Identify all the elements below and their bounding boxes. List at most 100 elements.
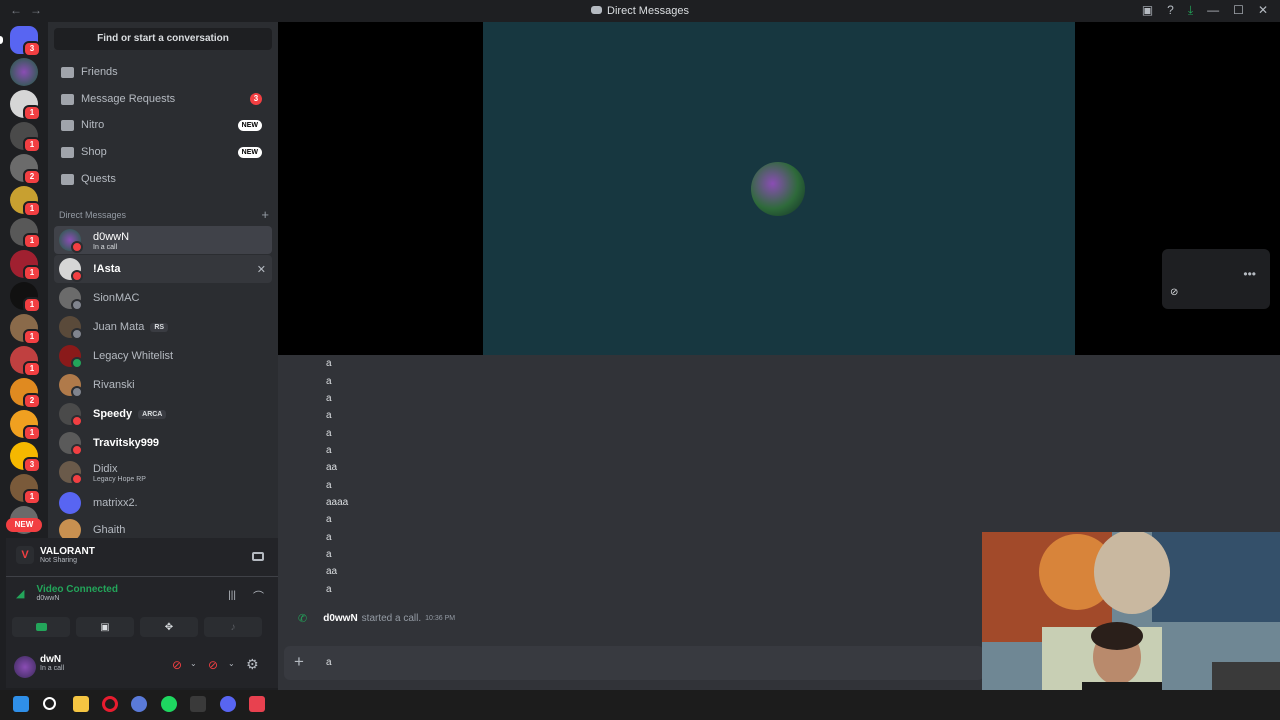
- self-video-tile[interactable]: ••• ⊘: [1162, 249, 1270, 309]
- server-icon[interactable]: 2: [10, 378, 41, 409]
- minimize-button[interactable]: —: [1207, 3, 1219, 18]
- nav-nitro[interactable]: Nitro NEW: [54, 112, 272, 138]
- dm-item-legacy-whitelist[interactable]: Legacy Whitelist: [54, 342, 272, 370]
- spotify-icon[interactable]: [161, 696, 177, 712]
- new-unreads-badge[interactable]: NEW: [6, 518, 42, 532]
- close-dm-icon[interactable]: ✕: [257, 263, 266, 276]
- dm-item-travitsky999[interactable]: Travitsky999: [54, 429, 272, 457]
- deafen-headphones-icon[interactable]: ⊘: [208, 658, 218, 672]
- dm-item-d0wwn[interactable]: d0wwN In a call: [54, 226, 272, 254]
- server-icon[interactable]: 1: [10, 186, 41, 217]
- new-pill: NEW: [237, 146, 262, 158]
- app-icon[interactable]: [190, 696, 206, 712]
- new-pill: NEW: [237, 119, 262, 131]
- inbox-icon[interactable]: ▣: [1142, 3, 1153, 18]
- dm-item-rivanski[interactable]: Rivanski: [54, 371, 272, 399]
- dm-item-didix[interactable]: Didix Legacy Hope RP: [54, 458, 272, 486]
- divider: [6, 576, 278, 577]
- nav-message-requests[interactable]: Message Requests 3: [54, 86, 272, 112]
- find-conversation-button[interactable]: Find or start a conversation: [54, 28, 272, 50]
- message-text: a: [326, 410, 332, 421]
- avatar: [59, 345, 83, 369]
- share-screen-button[interactable]: ▣: [76, 617, 134, 637]
- search-icon[interactable]: [43, 697, 56, 710]
- connection-channel: d0wwN: [36, 595, 60, 602]
- dm-item-ghaith[interactable]: Ghaith: [54, 516, 272, 538]
- file-explorer-icon[interactable]: [73, 696, 89, 712]
- title-bar: ←→ Direct Messages ▣ ? ⤓ — ☐ ✕: [0, 0, 1280, 22]
- screen-share-icon[interactable]: [252, 552, 264, 561]
- server-icon[interactable]: [10, 58, 38, 86]
- noise-suppression-icon[interactable]: |||: [228, 590, 236, 601]
- activities-button[interactable]: ✥: [140, 617, 198, 637]
- maximize-button[interactable]: ☐: [1233, 3, 1244, 18]
- call-timestamp: 10:36 PM: [425, 615, 456, 622]
- message-composer[interactable]: + a: [284, 646, 984, 680]
- call-user[interactable]: d0wwN: [323, 613, 357, 624]
- server-icon[interactable]: 1: [10, 474, 41, 505]
- status-online-icon: [71, 357, 83, 369]
- status-dnd-icon: [71, 415, 83, 427]
- shop-icon: [61, 146, 74, 158]
- download-icon[interactable]: ⤓: [1188, 3, 1193, 18]
- create-dm-plus-icon[interactable]: +: [261, 207, 269, 222]
- message-text: a: [326, 358, 332, 369]
- selected-pill: [0, 36, 3, 44]
- browser-icon[interactable]: [131, 696, 147, 712]
- voice-panel: V VALORANT Not Sharing ◢ Video Connected…: [6, 538, 278, 648]
- chevron-down-icon[interactable]: ⌄: [190, 659, 197, 668]
- guild-tag: RS: [150, 322, 169, 332]
- mute-mic-icon[interactable]: ⊘: [172, 658, 182, 672]
- nav-quests[interactable]: Quests: [54, 166, 272, 192]
- server-icon[interactable]: 1: [10, 122, 41, 153]
- server-icon[interactable]: 1: [10, 90, 41, 121]
- dm-name: Rivanski: [93, 379, 135, 391]
- game-status: Not Sharing: [40, 557, 77, 564]
- dm-item-asta[interactable]: !Asta ✕: [54, 255, 272, 283]
- close-button[interactable]: ✕: [1258, 3, 1268, 18]
- soundboard-button[interactable]: ♪: [204, 617, 262, 637]
- participant-avatar: [751, 162, 805, 216]
- server-icon[interactable]: 1: [10, 346, 41, 377]
- camera-off-icon: ⊘: [1170, 287, 1179, 298]
- message-text: a: [326, 549, 332, 560]
- server-badge: 1: [23, 425, 41, 441]
- connection-status[interactable]: Video Connected: [36, 584, 118, 595]
- disconnect-icon[interactable]: ⌒: [253, 588, 264, 604]
- dm-name: Speedy: [93, 408, 133, 420]
- message-text: a: [326, 532, 332, 543]
- status-offline-icon: [71, 328, 83, 340]
- status-offline-icon: [71, 386, 83, 398]
- participant-tile[interactable]: [483, 22, 1075, 355]
- dm-item-speedy[interactable]: Speedy ARCA: [54, 400, 272, 428]
- server-icon[interactable]: 1: [10, 218, 41, 249]
- home-button[interactable]: 3: [0, 26, 41, 57]
- message-text: a: [326, 428, 332, 439]
- server-icon[interactable]: 1: [10, 282, 41, 313]
- server-icon[interactable]: 1: [10, 410, 41, 441]
- server-icon[interactable]: 2: [10, 154, 41, 185]
- opera-icon[interactable]: [102, 696, 118, 712]
- discord-icon[interactable]: [220, 696, 236, 712]
- nav-friends[interactable]: Friends: [54, 59, 272, 85]
- dm-item-sionmac[interactable]: SionMAC: [54, 284, 272, 312]
- settings-gear-icon[interactable]: ⚙: [246, 656, 259, 673]
- composer-input[interactable]: a: [326, 657, 332, 668]
- help-icon[interactable]: ?: [1167, 3, 1174, 18]
- dm-item-juan-mata[interactable]: Juan Mata RS: [54, 313, 272, 341]
- nav-label: Message Requests: [81, 93, 176, 105]
- avatar: [59, 492, 81, 514]
- camera-button[interactable]: [12, 617, 70, 637]
- windows-start-icon[interactable]: [13, 696, 29, 712]
- more-options-icon[interactable]: •••: [1243, 267, 1256, 281]
- attach-plus-icon[interactable]: +: [294, 652, 304, 672]
- server-badge: 1: [23, 297, 41, 313]
- dm-item-matrixx2[interactable]: matrixx2.: [54, 489, 272, 517]
- server-icon[interactable]: 3: [10, 442, 41, 473]
- valorant-icon[interactable]: [249, 696, 265, 712]
- nav-shop[interactable]: Shop NEW: [54, 139, 272, 165]
- user-avatar[interactable]: [14, 656, 36, 678]
- server-icon[interactable]: 1: [10, 250, 41, 281]
- server-icon[interactable]: 1: [10, 314, 41, 345]
- chevron-down-icon[interactable]: ⌄: [228, 659, 235, 668]
